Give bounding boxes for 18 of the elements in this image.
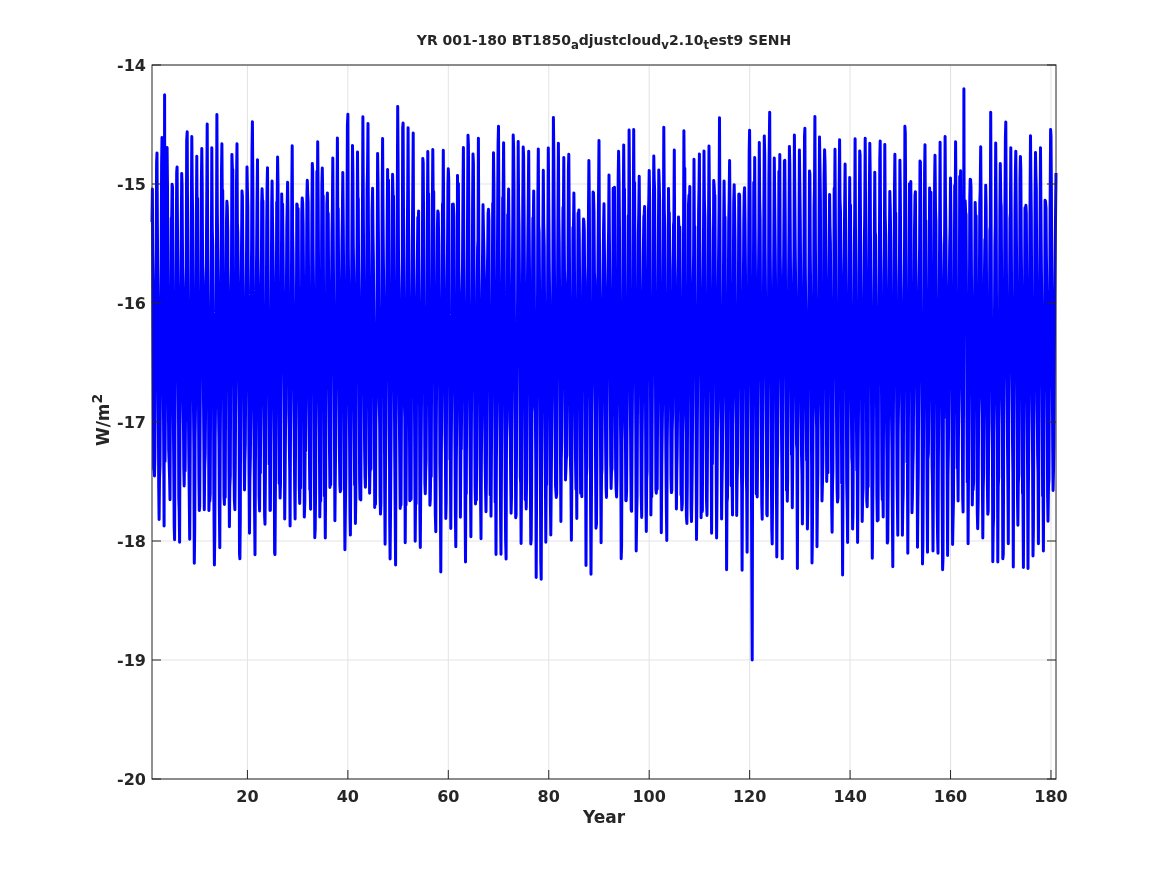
y-tick-label: -14 [117,56,146,75]
y-tick-label: -16 [117,294,146,313]
y-tick-label: -18 [117,532,146,551]
y-tick-label: -20 [117,770,146,789]
y-tick-label: -19 [117,651,146,670]
x-tick-label: 140 [833,787,867,806]
x-tick-label: 60 [437,787,460,806]
x-tick-label: 120 [732,787,767,806]
x-tick-label: 100 [632,787,666,806]
x-tick-label: 180 [1034,787,1068,806]
x-tick-label: 80 [537,787,560,806]
y-tick-label: -15 [117,175,146,194]
chart-title: YR 001-180 BT1850$_{a}$djustcloud$_{v}$2.10$_{t}$est9 SENH [415,31,793,54]
x-tick-label: 160 [933,787,968,806]
x-tick-label: 40 [336,787,359,806]
x-axis-label: Year [582,807,626,827]
x-tick-label: 20 [236,787,259,806]
y-tick-label: -17 [117,413,146,432]
